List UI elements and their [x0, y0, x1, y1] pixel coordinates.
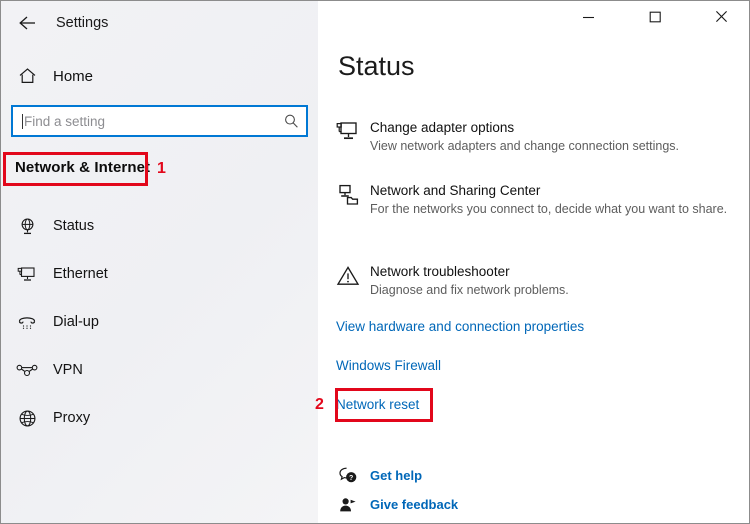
sidebar-item-vpn-label: VPN — [53, 362, 83, 378]
page-title: Status — [338, 51, 415, 81]
search-placeholder: Find a setting — [24, 113, 106, 129]
sidebar-item-dialup[interactable]: Dial-up — [1, 303, 318, 341]
row-description: View network adapters and change connect… — [370, 139, 679, 153]
sidebar-item-proxy[interactable]: Proxy — [1, 399, 318, 437]
vpn-icon — [10, 362, 44, 378]
text-caret — [22, 113, 23, 129]
row-description: For the networks you connect to, decide … — [370, 202, 728, 216]
row-network-troubleshooter[interactable]: Network troubleshooter Diagnose and fix … — [330, 263, 748, 298]
annotation-number-2: 2 — [315, 396, 324, 413]
search-icon[interactable] — [276, 113, 306, 130]
sidebar-item-vpn[interactable]: VPN — [1, 351, 318, 389]
link-get-help-label: Get help — [370, 468, 423, 483]
row-description: Diagnose and fix network problems. — [370, 283, 569, 297]
row-title: Change adapter options — [370, 120, 515, 135]
titlebar-right — [318, 1, 749, 33]
app-title: Settings — [56, 15, 109, 31]
sharing-center-icon — [330, 182, 366, 217]
link-view-hardware-properties[interactable]: View hardware and connection properties — [336, 319, 584, 334]
titlebar-left: Settings — [1, 1, 318, 45]
link-network-reset[interactable]: Network reset — [336, 397, 419, 412]
sidebar-item-dialup-label: Dial-up — [53, 314, 99, 330]
help-bubble-icon: ? — [330, 467, 366, 484]
link-windows-firewall[interactable]: Windows Firewall — [336, 358, 441, 373]
ethernet-icon — [10, 265, 44, 284]
home-icon — [10, 67, 44, 85]
globe-proxy-icon — [10, 409, 44, 428]
search-input[interactable]: Find a setting — [11, 105, 308, 137]
dialup-phone-icon — [10, 313, 44, 332]
svg-text:?: ? — [349, 475, 353, 482]
row-title: Network troubleshooter — [370, 264, 510, 279]
sidebar-item-ethernet[interactable]: Ethernet — [1, 255, 318, 293]
main-content: Status Change adapter options View netwo… — [318, 1, 749, 523]
maximize-button[interactable] — [632, 1, 678, 32]
row-network-sharing-center[interactable]: Network and Sharing Center For the netwo… — [330, 182, 748, 217]
annotation-number-1: 1 — [157, 160, 166, 177]
sidebar-item-proxy-label: Proxy — [53, 410, 91, 426]
link-give-feedback-label: Give feedback — [370, 497, 459, 512]
sidebar-item-status[interactable]: Status — [1, 207, 318, 245]
close-button[interactable] — [698, 1, 744, 32]
sidebar-item-status-label: Status — [53, 218, 95, 234]
sidebar-category-header[interactable]: Network & Internet — [15, 159, 150, 176]
sidebar-item-home-label: Home — [53, 67, 94, 85]
sidebar: Settings Home Find a setting Network & I… — [1, 1, 318, 523]
settings-window: Settings Home Find a setting Network & I… — [0, 0, 750, 524]
globe-status-icon — [10, 217, 44, 236]
sidebar-item-home[interactable]: Home — [1, 59, 318, 93]
link-give-feedback[interactable]: Give feedback — [330, 496, 458, 513]
feedback-person-icon — [330, 496, 366, 513]
back-arrow-icon[interactable] — [13, 9, 43, 37]
warning-triangle-icon — [330, 263, 366, 298]
sidebar-item-ethernet-label: Ethernet — [53, 266, 108, 282]
link-get-help[interactable]: ? Get help — [330, 467, 422, 484]
minimize-button[interactable] — [565, 1, 611, 32]
row-title: Network and Sharing Center — [370, 183, 541, 198]
monitor-adapter-icon — [330, 119, 366, 154]
row-change-adapter-options[interactable]: Change adapter options View network adap… — [330, 119, 748, 154]
